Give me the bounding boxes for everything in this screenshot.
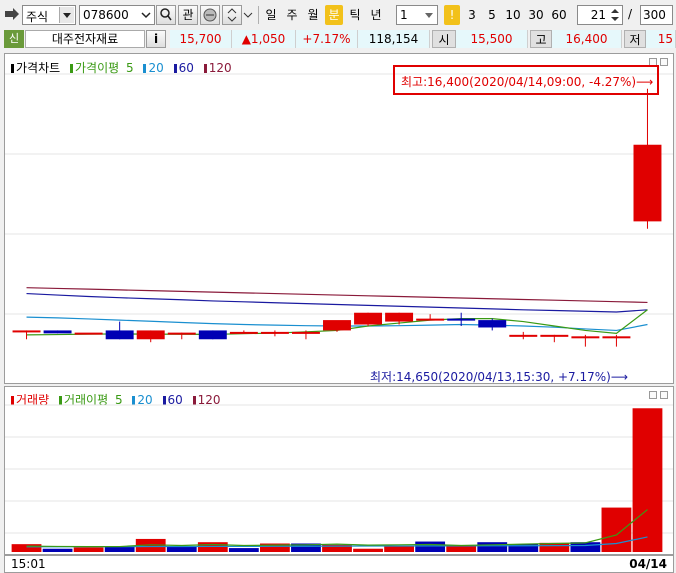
- price-chart-panel[interactable]: 가격차트 가격이평 5 20 60 120 최고:16,400(2020/04/…: [4, 53, 674, 384]
- low-label: 저: [624, 30, 646, 48]
- candle-body: [12, 330, 41, 333]
- chevron-down-icon[interactable]: [422, 7, 436, 23]
- drawing-tool-icon: [203, 8, 217, 22]
- candle-body: [416, 318, 445, 321]
- period-week[interactable]: 주: [283, 5, 301, 25]
- interest-button[interactable]: 관: [178, 5, 198, 25]
- volume-plot: [5, 404, 673, 552]
- high-label: 고: [530, 30, 552, 48]
- time-axis-start: 15:01: [11, 557, 46, 571]
- count-total-input[interactable]: 300: [640, 5, 673, 25]
- high-value: 16,400: [552, 30, 622, 48]
- candle-body: [478, 320, 507, 328]
- step-10[interactable]: 10: [503, 5, 523, 25]
- candle-body: [633, 144, 662, 222]
- code-input[interactable]: 078600: [79, 5, 155, 25]
- up-down-arrows-icon: [227, 8, 237, 22]
- scroll-stepper[interactable]: [222, 5, 242, 25]
- step-1[interactable]: !: [444, 5, 460, 25]
- stepper-dropdown[interactable]: [243, 8, 253, 22]
- interval-select-value: 1: [400, 8, 408, 22]
- volume-bar: [632, 408, 663, 552]
- credit-badge: 신: [4, 30, 24, 48]
- low-annotation: 최저:14,650(2020/04/13,15:30, +7.17%)⟶: [370, 370, 629, 384]
- volume-bar: [197, 542, 228, 552]
- search-button[interactable]: [156, 5, 176, 25]
- candle-body: [74, 332, 103, 335]
- chevron-down-icon[interactable]: [139, 7, 153, 23]
- interval-select[interactable]: 1: [396, 5, 438, 25]
- ma60-line: [26, 292, 648, 313]
- market-select[interactable]: 주식: [22, 5, 76, 25]
- volume-bar: [42, 548, 73, 552]
- candle-body: [136, 330, 165, 340]
- volume-bar: [415, 541, 446, 552]
- chevron-down-icon[interactable]: [59, 7, 74, 23]
- period-tick[interactable]: 틱: [346, 5, 364, 25]
- period-month[interactable]: 월: [304, 5, 322, 25]
- candle-body: [602, 336, 631, 339]
- candle-body: [105, 330, 134, 340]
- candle-body: [385, 312, 414, 322]
- candle-body: [43, 330, 72, 334]
- volume-bar: [353, 548, 383, 552]
- period-day[interactable]: 일: [262, 5, 280, 25]
- count-total-value: 300: [643, 8, 666, 22]
- low-value: 15: [646, 30, 676, 48]
- candle-body: [167, 332, 196, 335]
- count-input-value: 21: [590, 8, 606, 22]
- trade-volume: 118,154: [358, 30, 430, 48]
- stock-info-button[interactable]: i: [146, 30, 166, 48]
- candle-body: [229, 331, 258, 334]
- count-separator: /: [628, 7, 633, 21]
- time-axis: 15:01 04/14: [4, 555, 674, 573]
- interest-button-label: 관: [182, 8, 194, 22]
- candle-body: [540, 334, 569, 337]
- search-icon: [160, 8, 172, 21]
- price-change: ▲1,050: [232, 30, 296, 48]
- volume-bar: [104, 546, 135, 552]
- open-value: 15,500: [456, 30, 528, 48]
- window-arrow-icon[interactable]: [4, 6, 20, 22]
- time-axis-end: 04/14: [629, 557, 667, 571]
- price-plot: [5, 73, 673, 347]
- volume-ma5-line: [26, 509, 648, 548]
- step-30[interactable]: 30: [526, 5, 546, 25]
- chevron-down-icon: [243, 12, 253, 18]
- candle-body: [323, 320, 351, 331]
- candle-body: [260, 331, 289, 334]
- code-input-value: 078600: [83, 8, 129, 22]
- candle-body: [291, 331, 320, 334]
- high-annotation: 최고:16,400(2020/04/14,09:00, -4.27%)⟶: [401, 75, 654, 89]
- market-select-value: 주식: [26, 10, 49, 24]
- candle-body: [198, 330, 227, 340]
- volume-bar: [11, 544, 42, 552]
- volume-bar: [228, 548, 259, 552]
- candle-body: [571, 336, 600, 339]
- volume-bar: [477, 542, 508, 552]
- volume-bar: [73, 547, 104, 552]
- volume-bar: [384, 546, 414, 552]
- current-price: 15,700: [170, 30, 232, 48]
- toolbar-separator: [258, 6, 259, 24]
- step-3[interactable]: 3: [463, 5, 481, 25]
- candle-body: [447, 318, 476, 321]
- step-60[interactable]: 60: [549, 5, 569, 25]
- count-input[interactable]: 21: [577, 5, 623, 25]
- volume-chart-panel[interactable]: 거래량 거래이평 5 20 60 120: [4, 386, 674, 555]
- tool-button[interactable]: [200, 5, 220, 25]
- candle-body: [509, 334, 538, 337]
- open-label: 시: [432, 30, 456, 48]
- spin-arrows-icon[interactable]: [609, 7, 621, 23]
- step-5[interactable]: 5: [483, 5, 501, 25]
- period-minute[interactable]: 분: [325, 5, 343, 25]
- stock-name: 대주전자재료: [25, 30, 145, 48]
- change-rate: +7.17%: [296, 30, 358, 48]
- period-year[interactable]: 년: [367, 5, 385, 25]
- volume-bar: [601, 507, 632, 552]
- ma120-line: [26, 287, 648, 304]
- candle-body: [354, 312, 383, 325]
